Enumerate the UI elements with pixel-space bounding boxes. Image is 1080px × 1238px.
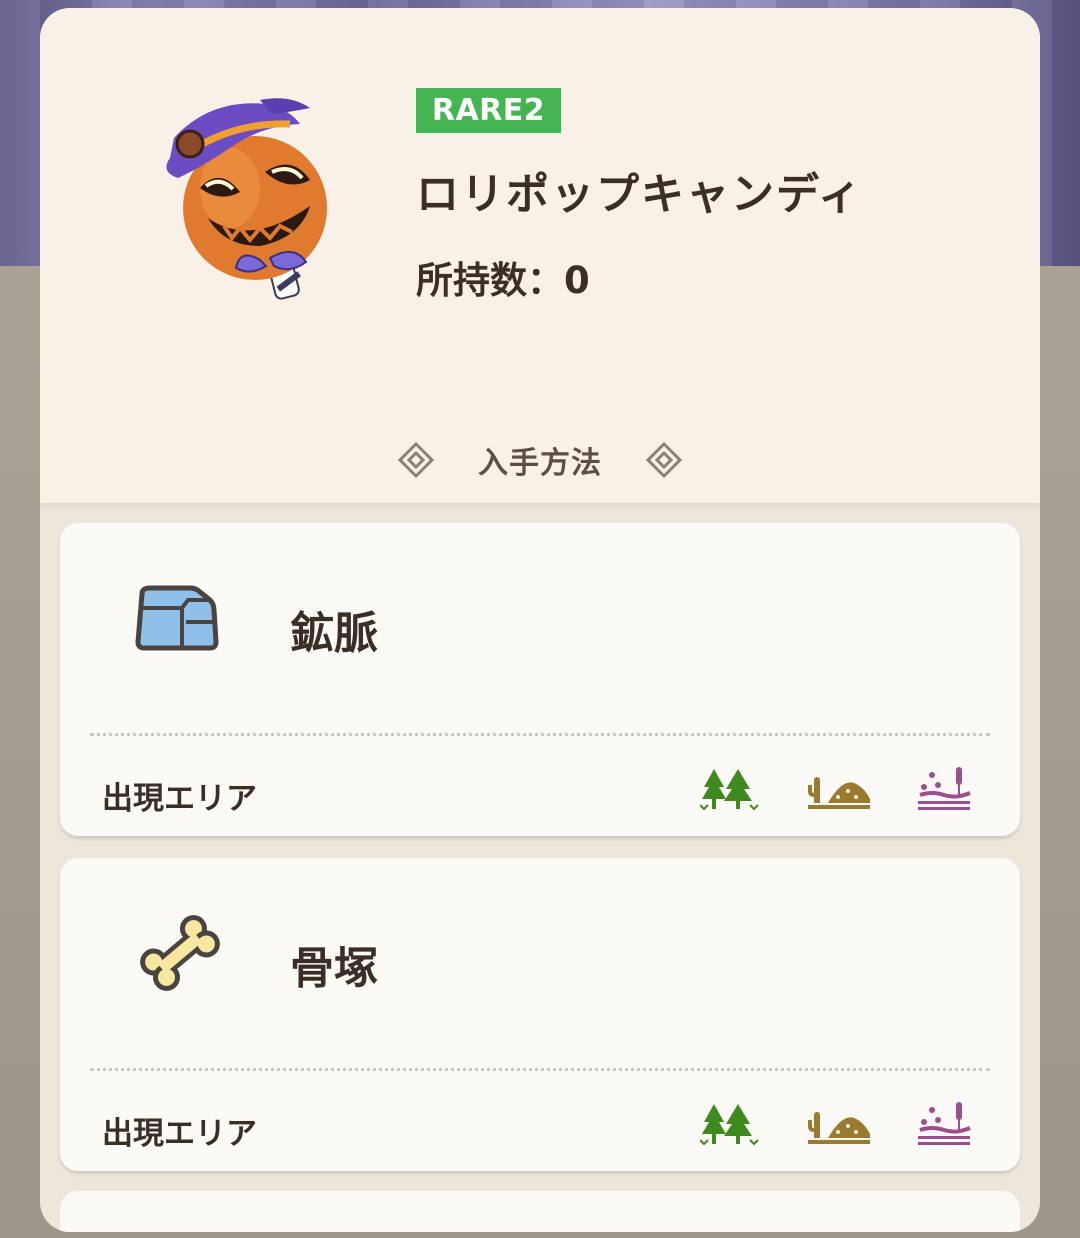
forest-area-icon (700, 769, 759, 811)
desert-area-icon (808, 777, 870, 809)
divider (90, 733, 990, 736)
swamp-area-icon (918, 767, 971, 810)
area-label: 出現エリア (102, 781, 257, 817)
owned-count: 所持数：0 (416, 259, 590, 302)
desert-area-icon (808, 1112, 870, 1144)
bone-pile-icon (140, 915, 220, 991)
swamp-area-icon (918, 1102, 971, 1145)
acquisition-heading: 入手方法 (40, 438, 1040, 482)
diamond-ornament-icon (398, 442, 434, 478)
source-card-ore-vein[interactable]: 鉱脈 出現エリア (60, 523, 1020, 836)
diamond-ornament-icon (646, 442, 682, 478)
rarity-badge: RARE2 (416, 88, 561, 133)
ore-vein-icon (135, 585, 219, 651)
acquisition-title: 入手方法 (478, 446, 602, 481)
area-icons (700, 767, 972, 811)
item-header: RARE2 ロリポップキャンディ 所持数：0 入手方法 (40, 8, 1040, 503)
area-icons (700, 1102, 972, 1146)
area-label: 出現エリア (102, 1116, 257, 1152)
source-card-bone-pile[interactable]: 骨塚 出現エリア (60, 858, 1020, 1171)
item-detail-panel: RARE2 ロリポップキャンディ 所持数：0 入手方法 鉱脈 出現エリア 骨塚 … (40, 8, 1040, 1232)
source-title: 鉱脈 (290, 608, 378, 659)
forest-area-icon (700, 1104, 759, 1146)
item-name: ロリポップキャンディ (416, 170, 863, 220)
lollipop-candy-item-image (166, 98, 327, 300)
source-card-partial[interactable] (60, 1191, 1020, 1232)
source-title: 骨塚 (290, 943, 378, 994)
divider (90, 1068, 990, 1071)
